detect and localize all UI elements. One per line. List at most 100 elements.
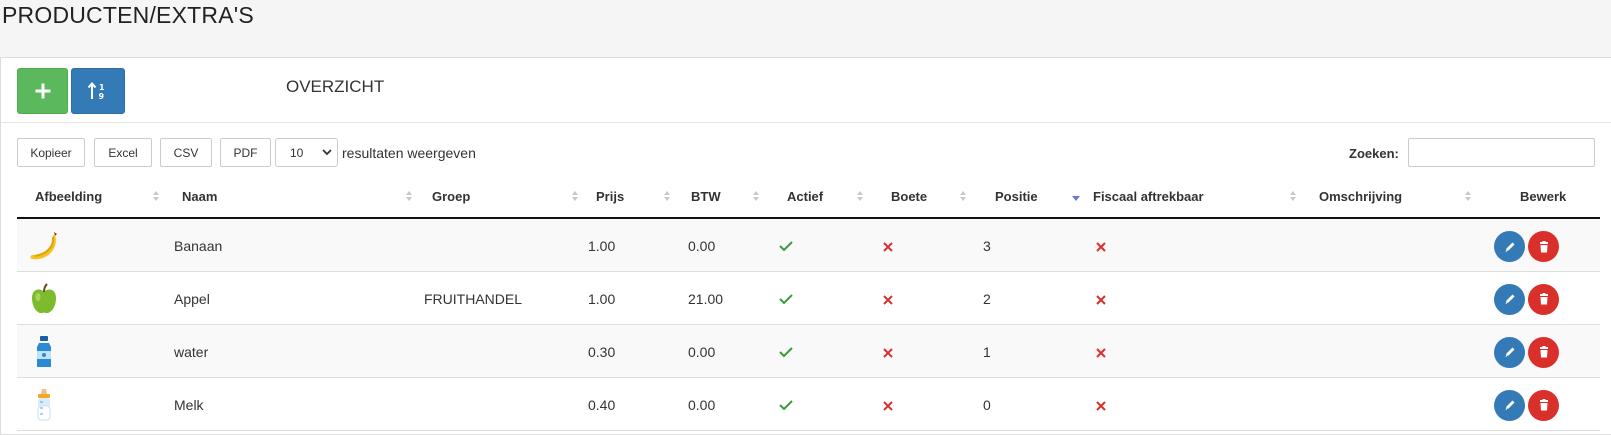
cell-btw: 0.00 xyxy=(681,377,767,431)
delete-button[interactable] xyxy=(1528,336,1559,368)
panel-title: OVERZICHT xyxy=(286,77,385,96)
cell-btw: 0.00 xyxy=(681,324,767,378)
trash-icon xyxy=(1539,293,1548,305)
cell-fiscaal xyxy=(1088,377,1305,431)
column-header-actief[interactable]: Actief xyxy=(767,176,871,219)
sort-both-icon xyxy=(1290,191,1296,201)
cell-image xyxy=(17,377,164,431)
column-header-label: Naam xyxy=(182,189,218,204)
column-header-naam[interactable]: Naam xyxy=(164,176,420,219)
check-icon xyxy=(779,345,793,361)
column-header-label: Omschrijving xyxy=(1319,189,1403,204)
delete-button[interactable] xyxy=(1528,389,1559,421)
cell-text: 1.00 xyxy=(588,290,616,307)
search-label: Zoeken: xyxy=(1349,146,1399,161)
cell-naam: Appel xyxy=(164,271,420,325)
table-row[interactable]: Melk 0.40 0.00 0 xyxy=(17,377,1600,431)
column-header-positie[interactable]: Positie xyxy=(975,176,1088,219)
column-header-groep[interactable]: Groep xyxy=(420,176,586,219)
copy-button[interactable]: Kopieer xyxy=(17,138,85,167)
column-header-boete[interactable]: Boete xyxy=(871,176,975,219)
excel-button[interactable]: Excel xyxy=(94,138,152,167)
cell-positie: 2 xyxy=(975,271,1088,325)
column-header-afbeelding[interactable]: Afbeelding xyxy=(17,176,164,219)
cell-image xyxy=(17,324,164,378)
edit-button[interactable] xyxy=(1494,283,1525,315)
cell-fiscaal xyxy=(1088,324,1305,378)
cell-actief xyxy=(767,324,871,378)
pdf-button[interactable]: PDF xyxy=(220,138,271,167)
cell-fiscaal xyxy=(1088,218,1305,272)
sort-order-button[interactable]: 1 9 xyxy=(71,68,125,114)
check-icon xyxy=(779,239,793,255)
cell-image xyxy=(17,271,164,325)
column-header-btw[interactable]: BTW xyxy=(681,176,767,219)
products-table: Afbeelding Naam Groep Prijs BTW Actief Boete Po… xyxy=(17,176,1600,431)
cross-icon xyxy=(883,239,893,255)
column-header-label: Fiscaal aftrekbaar xyxy=(1093,189,1204,204)
cell-text: 0.00 xyxy=(688,343,716,360)
page-title: PRODUCTEN/EXTRA'S xyxy=(2,2,254,28)
cell-positie: 0 xyxy=(975,377,1088,431)
column-header-label: BTW xyxy=(691,189,721,204)
cell-naam: Banaan xyxy=(164,218,420,272)
search-input[interactable] xyxy=(1408,138,1595,167)
cell-actief xyxy=(767,271,871,325)
panel-header: 1 9 OVERZICHT xyxy=(1,58,1611,123)
column-header-bewerk: Bewerk xyxy=(1480,176,1600,219)
cell-naam: Melk xyxy=(164,377,420,431)
page-length-label: resultaten weergeven xyxy=(342,145,476,161)
cell-prijs: 0.30 xyxy=(586,324,681,378)
cell-omschrijving xyxy=(1305,218,1480,272)
csv-button[interactable]: CSV xyxy=(160,138,212,167)
page-length-select[interactable]: 10 xyxy=(275,138,338,167)
sort-both-icon xyxy=(857,191,863,201)
edit-button[interactable] xyxy=(1494,389,1525,421)
sort-both-icon xyxy=(1465,191,1471,201)
pencil-icon xyxy=(1505,294,1514,304)
cell-positie: 1 xyxy=(975,324,1088,378)
cell-bewerk xyxy=(1480,324,1600,378)
edit-button[interactable] xyxy=(1494,336,1525,368)
table-row[interactable]: Appel FRUITHANDEL 1.00 21.00 2 xyxy=(17,271,1600,325)
cell-text: Banaan xyxy=(174,238,223,254)
svg-text:9: 9 xyxy=(99,92,105,101)
column-header-label: Actief xyxy=(787,189,824,204)
table-row[interactable]: water 0.30 0.00 1 xyxy=(17,324,1600,378)
cell-omschrijving xyxy=(1305,377,1480,431)
plus-icon xyxy=(35,83,50,99)
column-header-prijs[interactable]: Prijs xyxy=(586,176,681,219)
delete-button[interactable] xyxy=(1528,283,1559,315)
cell-text: 3 xyxy=(983,238,991,254)
sort-both-icon xyxy=(572,191,578,201)
check-icon xyxy=(779,398,793,414)
add-product-button[interactable] xyxy=(17,68,68,114)
trash-icon xyxy=(1539,346,1548,358)
column-header-fiscaal-aftrekbaar[interactable]: Fiscaal aftrekbaar xyxy=(1088,176,1305,219)
edit-button[interactable] xyxy=(1494,231,1525,262)
sort-both-icon xyxy=(664,191,670,201)
sort-order-icon: 1 9 xyxy=(87,81,105,101)
cell-prijs: 0.40 xyxy=(586,377,681,431)
sort-both-icon xyxy=(153,191,159,201)
column-header-label: Boete xyxy=(891,189,928,204)
cell-text: 2 xyxy=(983,290,991,307)
cell-text: FRUITHANDEL xyxy=(424,290,523,307)
table-row[interactable]: Banaan 1.00 0.00 3 xyxy=(17,218,1600,272)
cell-omschrijving xyxy=(1305,271,1480,325)
column-header-label: Groep xyxy=(432,189,471,204)
cell-omschrijving xyxy=(1305,324,1480,378)
cell-image xyxy=(17,218,164,272)
cell-positie: 3 xyxy=(975,218,1088,272)
cell-text: 0.30 xyxy=(588,343,616,360)
chevron-down-icon xyxy=(322,149,332,156)
column-header-label: Afbeelding xyxy=(35,189,103,204)
cross-icon xyxy=(1096,345,1106,361)
pencil-icon xyxy=(1505,400,1514,410)
sort-descending-icon xyxy=(1072,196,1080,201)
column-header-omschrijving[interactable]: Omschrijving xyxy=(1305,176,1480,219)
banana-icon xyxy=(27,229,61,263)
page-length-value: 10 xyxy=(290,145,304,160)
delete-button[interactable] xyxy=(1528,231,1559,262)
svg-text:1: 1 xyxy=(99,83,105,92)
